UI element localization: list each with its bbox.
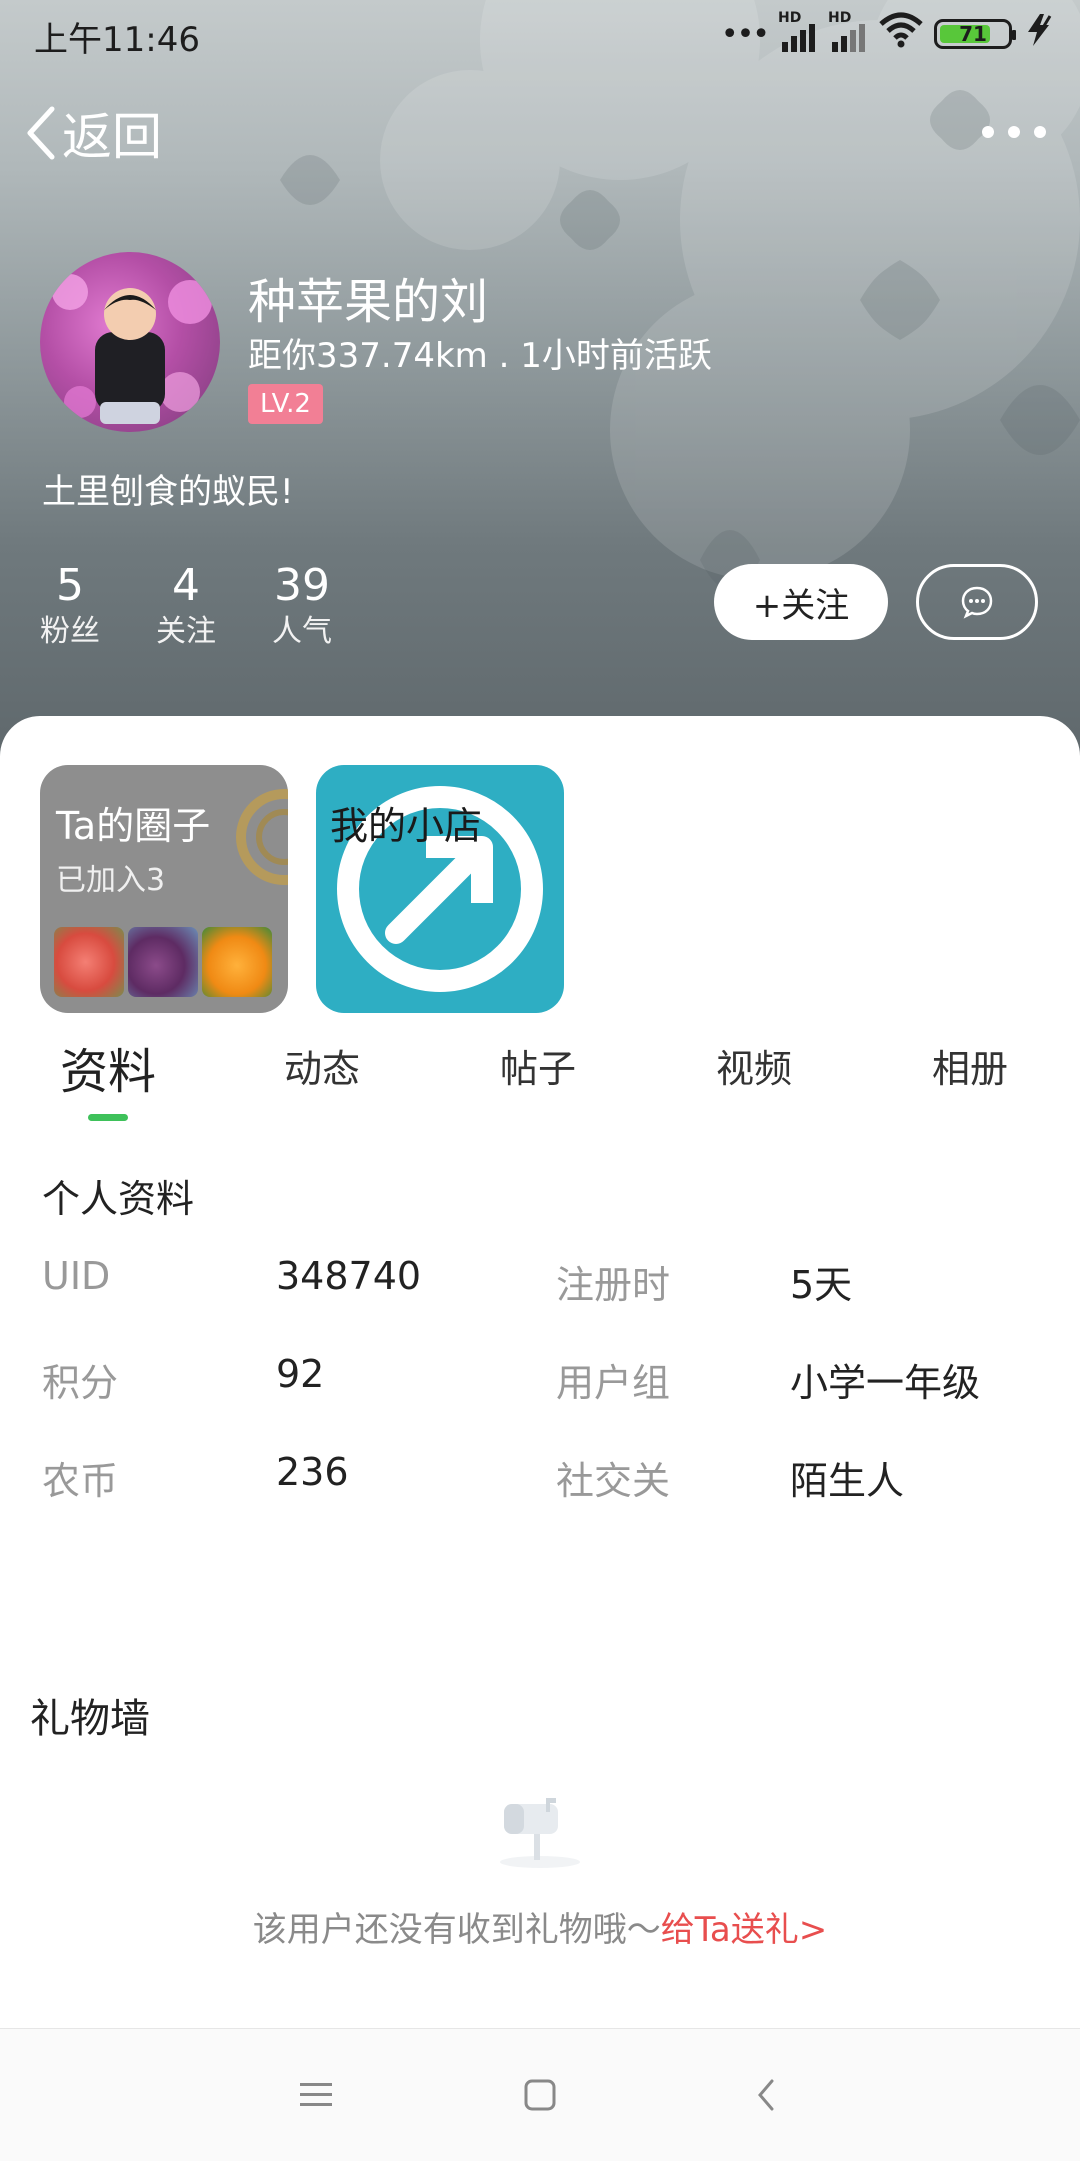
circle-card-subtitle: 已加入3 [56,863,166,898]
section-title-profile-info: 个人资料 [42,1177,195,1221]
info-value: 92 [276,1352,325,1396]
gift-empty-text: 该用户还没有收到礼物哦～ [252,1910,661,1950]
info-row: 农币 236 社交关 陌生人 [0,1450,1080,1510]
avatar[interactable] [40,252,220,432]
info-key: UID [42,1254,111,1298]
more-icon [982,126,994,138]
info-row: 积分 92 用户组 小学一年级 [0,1352,1080,1412]
system-navigation-bar [0,2028,1080,2161]
stat-popularity-label: 人气 [272,614,332,649]
circle-thumbnails [54,927,272,997]
stat-fans[interactable]: 5 粉丝 [10,560,130,652]
user-distance-activity: 距你337.74km . 1小时前活跃 [248,336,712,376]
gift-empty-message: 该用户还没有收到礼物哦～给Ta送礼> [0,1902,1080,1951]
circle-thumb-persimmon [202,927,272,997]
profile-tabs: 资料 动态 帖子 视频 相册 [0,1038,1080,1128]
status-icons: ••• HD HD 71 [721,10,1056,58]
wifi-icon [878,12,924,57]
tab-posts[interactable]: 帖子 [500,1038,576,1093]
tab-album[interactable]: 相册 [932,1038,1008,1093]
info-key: 农币 [42,1459,119,1503]
home-button[interactable] [508,2063,572,2127]
level-badge: LV.2 [248,384,323,424]
back-button[interactable]: 返回 [24,100,162,166]
info-value: 348740 [276,1254,422,1298]
back-label: 返回 [62,108,162,166]
avatar-photo [52,274,212,424]
tab-profile[interactable]: 资料 [60,1032,156,1102]
stat-popularity[interactable]: 39 人气 [242,560,362,652]
stat-following-value: 4 [172,560,200,611]
charging-icon [1022,12,1056,57]
tab-activity[interactable]: 动态 [284,1038,360,1093]
shop-card[interactable]: 我的小店 [316,765,564,1013]
home-square-icon [524,2079,556,2111]
user-signature: 土里刨食的蚁民! [42,472,294,512]
circle-card-title: Ta的圈子 [56,804,211,848]
info-key: 用户组 [556,1361,671,1405]
menu-icon [300,2083,332,2106]
stat-following[interactable]: 4 关注 [126,560,246,652]
info-key: 社交关 [556,1459,671,1503]
info-value: 小学一年级 [790,1361,981,1405]
more-options-button[interactable] [982,110,1046,154]
stat-fans-value: 5 [56,560,84,611]
stat-fans-label: 粉丝 [40,614,100,649]
back-chevron-icon [27,106,55,160]
circle-thumb-apple [54,927,124,997]
mailbox-icon [490,1790,590,1874]
message-icon [961,586,993,619]
message-button[interactable] [916,564,1038,640]
tab-videos[interactable]: 视频 [716,1038,792,1093]
gift-wall-title: 礼物墙 [30,1696,150,1742]
menu-button[interactable] [284,2063,348,2127]
username: 种苹果的刘 [248,274,489,330]
system-back-button[interactable] [734,2063,798,2127]
stat-following-label: 关注 [156,614,216,649]
circle-card[interactable]: Ta的圈子 已加入3 [40,765,288,1013]
back-triangle-icon [758,2079,774,2111]
info-value: 陌生人 [790,1459,905,1503]
active-tab-indicator [88,1114,128,1121]
shop-card-title: 我的小店 [330,804,483,848]
status-bar: 上午11:46 ••• HD HD 71 [0,0,1080,66]
signal-icon-2: HD [828,10,868,54]
notification-dots-icon: ••• [720,16,770,52]
info-key: 注册时 [556,1263,671,1307]
battery-level: 71 [959,22,987,46]
status-time: 上午11:46 [34,20,200,60]
info-value: 5天 [790,1263,853,1307]
follow-button[interactable]: +关注 [714,564,888,640]
info-key: 积分 [42,1361,119,1405]
stat-popularity-value: 39 [274,560,330,611]
info-value: 236 [276,1450,349,1494]
signal-icon-1: HD [778,10,818,54]
battery-icon: 71 [934,19,1016,49]
info-row: UID 348740 注册时 5天 [0,1254,1080,1314]
circle-thumb-plum [128,927,198,997]
send-gift-link[interactable]: 给Ta送礼> [661,1910,827,1950]
